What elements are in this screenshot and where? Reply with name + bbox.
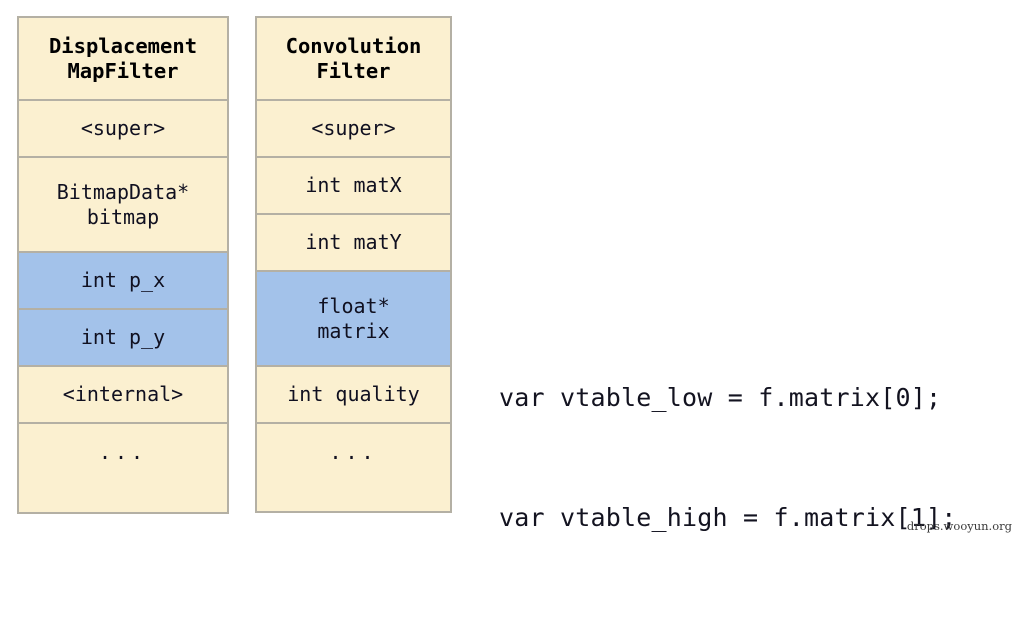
struct-field-p-y: int p_y [19, 310, 227, 367]
struct-field-matx: int matX [257, 158, 450, 215]
struct-field-quality: int quality [257, 367, 450, 424]
struct-field-super: <super> [257, 101, 450, 158]
struct-field-bitmap: BitmapData* bitmap [19, 158, 227, 253]
struct-title-displacementmapfilter: Displacement MapFilter [19, 18, 227, 101]
code-line: var vtable_low = f.matrix[0]; [499, 383, 942, 412]
struct-field-matrix: float* matrix [257, 272, 450, 367]
struct-field-ellipsis: ... [257, 424, 450, 481]
code-line: var vtable_high = f.matrix[1]; [499, 503, 957, 532]
struct-box-displacementmapfilter: Displacement MapFilter <super> BitmapDat… [17, 16, 229, 514]
struct-field-internal: <internal> [19, 367, 227, 424]
code-snippet: var vtable_low = f.matrix[0]; var vtable… [499, 298, 957, 618]
struct-title-convolutionfilter: Convolution Filter [257, 18, 450, 101]
struct-field-maty: int matY [257, 215, 450, 272]
struct-box-convolutionfilter: Convolution Filter <super> int matX int … [255, 16, 452, 513]
struct-field-ellipsis: ... [19, 424, 227, 481]
struct-field-super: <super> [19, 101, 227, 158]
watermark: drops.wooyun.org [906, 519, 1012, 533]
struct-layout-diagram: Displacement MapFilter <super> BitmapDat… [0, 0, 1022, 539]
struct-field-p-x: int p_x [19, 253, 227, 310]
